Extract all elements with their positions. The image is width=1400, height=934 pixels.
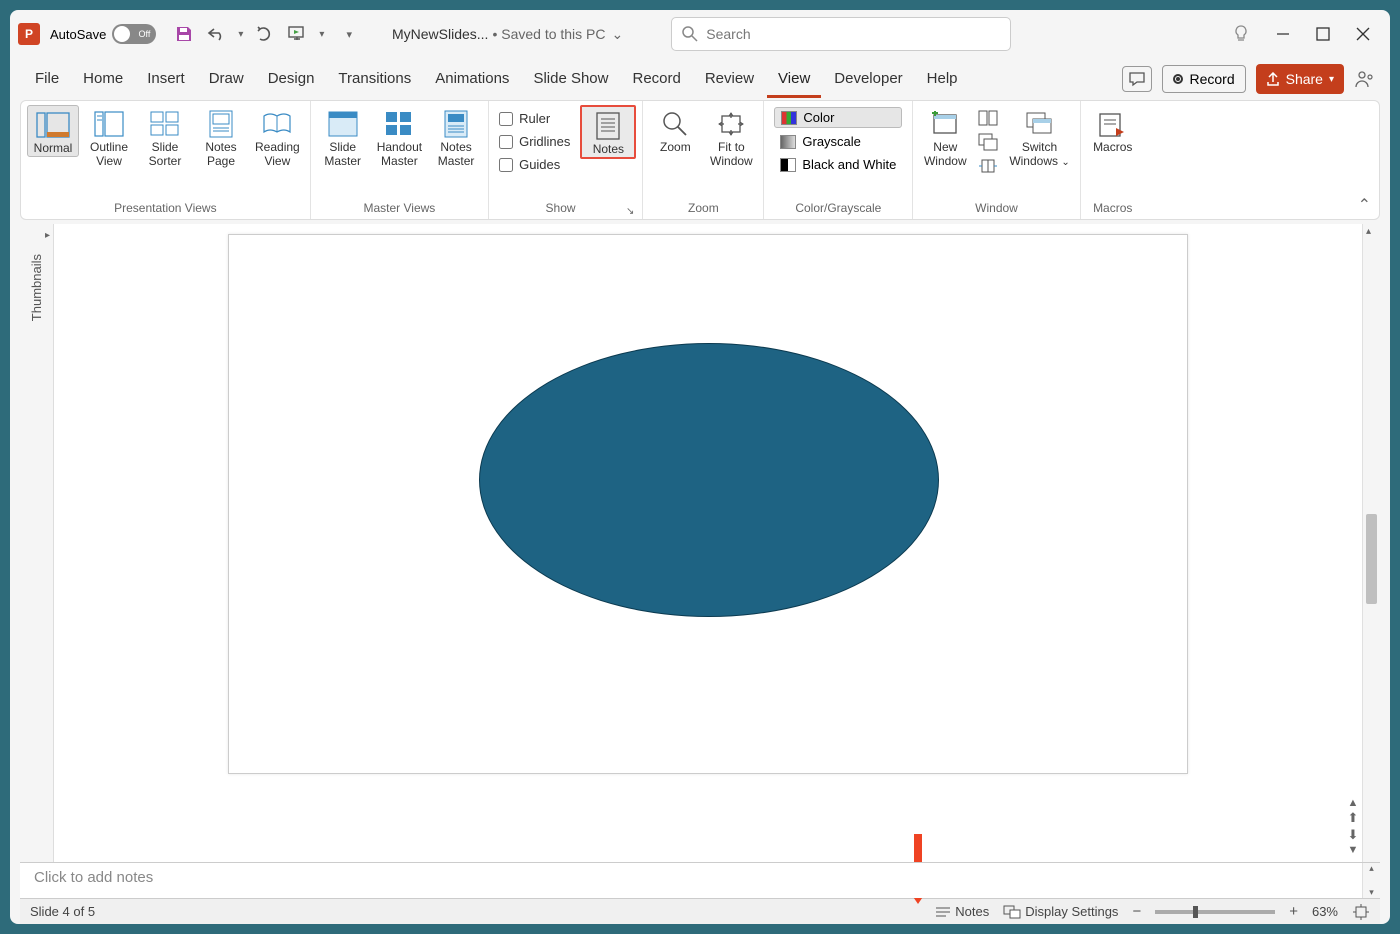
close-button[interactable]: [1356, 27, 1370, 41]
notes-scrollbar[interactable]: ▴▾: [1362, 863, 1380, 898]
undo-dropdown[interactable]: ▾: [238, 29, 243, 40]
autosave-toggle[interactable]: Off: [112, 24, 156, 44]
from-beginning-button[interactable]: [287, 24, 307, 44]
bw-mode-button[interactable]: Black and White: [774, 155, 902, 174]
app-icon: P: [18, 23, 40, 45]
expand-thumbnails-icon[interactable]: ▸: [45, 230, 50, 241]
record-icon: [1173, 74, 1183, 84]
cascade-button[interactable]: [977, 131, 999, 153]
collapse-ribbon-button[interactable]: ⌃: [1358, 195, 1371, 215]
slide[interactable]: [228, 234, 1188, 774]
search-box[interactable]: Search: [671, 17, 1011, 51]
scroll-down-arrow[interactable]: ▼: [1348, 844, 1359, 856]
ruler-checkbox[interactable]: Ruler: [499, 111, 570, 126]
workspace: ▸ Thumbnails ▲ ⬆ ⬇ ▼ ▴: [20, 224, 1380, 862]
maximize-button[interactable]: [1316, 27, 1330, 41]
new-window-button[interactable]: New Window: [919, 105, 971, 169]
macros-button[interactable]: Macros: [1087, 105, 1139, 155]
redo-button[interactable]: [255, 24, 275, 44]
notes-toggle-button[interactable]: Notes: [580, 105, 636, 159]
tab-review[interactable]: Review: [694, 64, 765, 98]
ribbon-tabs: File Home Insert Draw Design Transitions…: [10, 58, 1390, 98]
zoom-out-button[interactable]: −: [1132, 903, 1141, 920]
move-split-button[interactable]: [977, 155, 999, 177]
save-button[interactable]: [174, 24, 194, 44]
notes-master-button[interactable]: Notes Master: [430, 105, 482, 169]
tab-help[interactable]: Help: [916, 64, 969, 98]
slide-counter[interactable]: Slide 4 of 5: [30, 904, 95, 919]
zoom-in-button[interactable]: +: [1289, 903, 1298, 920]
tab-home[interactable]: Home: [72, 64, 134, 98]
autosave-label: AutoSave: [50, 27, 106, 42]
thumbnails-pane[interactable]: ▸ Thumbnails: [20, 224, 54, 862]
tab-record[interactable]: Record: [621, 64, 691, 98]
minimize-button[interactable]: [1276, 27, 1290, 41]
share-button[interactable]: Share▾: [1256, 64, 1344, 94]
reading-view-button[interactable]: Reading View: [251, 105, 304, 169]
status-notes-button[interactable]: Notes: [935, 904, 989, 919]
grayscale-mode-button[interactable]: Grayscale: [774, 132, 902, 151]
tab-insert[interactable]: Insert: [136, 64, 196, 98]
prev-slide-button[interactable]: ⬆: [1348, 810, 1359, 826]
slide-master-button[interactable]: Slide Master: [317, 105, 369, 169]
slide-sorter-button[interactable]: Slide Sorter: [139, 105, 191, 169]
account-button[interactable]: [1354, 69, 1376, 89]
tab-view[interactable]: View: [767, 64, 821, 98]
switch-windows-button[interactable]: Switch Windows ⌄: [1005, 105, 1073, 169]
tab-file[interactable]: File: [24, 64, 70, 98]
arrange-all-button[interactable]: [977, 107, 999, 129]
tab-draw[interactable]: Draw: [198, 64, 255, 98]
zoom-level[interactable]: 63%: [1312, 904, 1338, 919]
outline-view-button[interactable]: Outline View: [83, 105, 135, 169]
tab-slideshow[interactable]: Slide Show: [522, 64, 619, 98]
status-bar: Slide 4 of 5 Notes Display Settings − + …: [20, 898, 1380, 924]
search-icon: [682, 26, 698, 42]
fit-to-window-button[interactable]: Fit to Window: [705, 105, 757, 169]
ribbon: Normal Outline View Slide Sorter Notes P…: [20, 100, 1380, 220]
share-icon: [1266, 72, 1280, 86]
color-mode-button[interactable]: Color: [774, 107, 902, 128]
notes-pane[interactable]: Click to add notes ▴▾: [20, 862, 1380, 898]
tab-design[interactable]: Design: [257, 64, 326, 98]
normal-view-button[interactable]: Normal: [27, 105, 79, 157]
display-settings-button[interactable]: Display Settings: [1003, 904, 1118, 919]
doc-title[interactable]: MyNewSlides... • Saved to this PC ⌄: [392, 26, 623, 43]
guides-checkbox[interactable]: Guides: [499, 157, 570, 172]
handout-master-button[interactable]: Handout Master: [373, 105, 426, 169]
tips-icon[interactable]: [1232, 24, 1250, 44]
zoom-button[interactable]: Zoom: [649, 105, 701, 155]
show-dialog-launcher[interactable]: ↘: [626, 206, 634, 217]
tab-animations[interactable]: Animations: [424, 64, 520, 98]
qat-dropdown[interactable]: ▾: [319, 29, 324, 40]
tab-transitions[interactable]: Transitions: [327, 64, 422, 98]
undo-button[interactable]: [206, 24, 226, 44]
slide-canvas-area: ▲ ⬆ ⬇ ▼: [54, 224, 1362, 862]
qat-customize[interactable]: ▾: [346, 28, 352, 41]
vertical-scrollbar[interactable]: ▴: [1362, 224, 1380, 862]
gridlines-checkbox[interactable]: Gridlines: [499, 134, 570, 149]
comments-button[interactable]: [1122, 66, 1152, 92]
title-bar: P AutoSave Off ▾ ▾ ▾ MyNewSlide: [10, 10, 1390, 58]
scroll-up-arrow[interactable]: ▲: [1348, 797, 1359, 809]
notes-page-button[interactable]: Notes Page: [195, 105, 247, 169]
fit-to-window-status-button[interactable]: [1352, 904, 1370, 920]
next-slide-button[interactable]: ⬇: [1348, 827, 1359, 843]
tab-developer[interactable]: Developer: [823, 64, 913, 98]
zoom-slider[interactable]: [1155, 910, 1275, 914]
ellipse-shape[interactable]: [479, 343, 939, 617]
record-button[interactable]: Record: [1162, 65, 1245, 93]
